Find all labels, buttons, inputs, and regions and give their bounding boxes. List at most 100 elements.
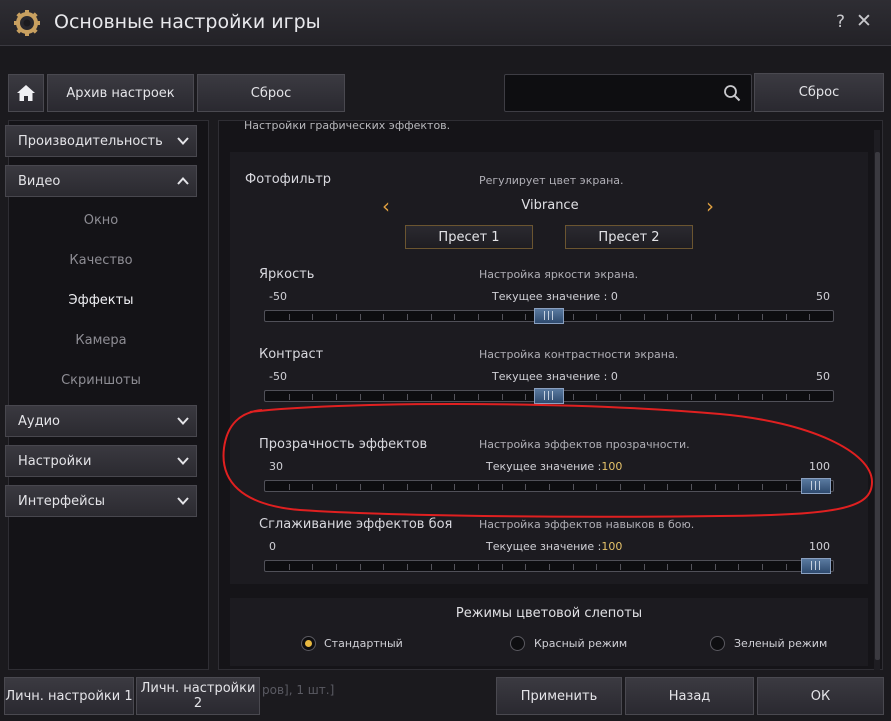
slider-tick bbox=[644, 394, 645, 400]
slider-tick bbox=[431, 314, 432, 320]
contrast-max: 50 bbox=[816, 370, 830, 383]
slider-tick bbox=[478, 564, 479, 570]
search-icon[interactable] bbox=[723, 84, 741, 102]
preset-1-button[interactable]: Пресет 1 bbox=[405, 225, 533, 249]
sidebar-item-quality[interactable]: Качество bbox=[5, 241, 197, 281]
transparency-slider[interactable]: ||| bbox=[264, 478, 834, 494]
sidebar-category-settings[interactable]: Настройки bbox=[5, 445, 197, 477]
sidebar-category-interfaces[interactable]: Интерфейсы bbox=[5, 485, 197, 517]
slider-tick bbox=[312, 314, 313, 320]
slider-tick bbox=[383, 564, 384, 570]
slider-thumb[interactable]: ||| bbox=[534, 308, 564, 324]
radio-green-mode-label[interactable]: Зеленый режим bbox=[734, 637, 827, 650]
radio-red-mode[interactable] bbox=[510, 636, 525, 651]
sidebar-item-camera[interactable]: Камера bbox=[5, 321, 197, 361]
slider-tick bbox=[454, 564, 455, 570]
personal-settings-1-button[interactable]: Личн. настройки 1 bbox=[4, 677, 134, 715]
brightness-min: -50 bbox=[269, 290, 287, 303]
ok-button[interactable]: ОК bbox=[757, 677, 884, 715]
apply-button[interactable]: Применить bbox=[496, 677, 622, 715]
sidebar-category-performance[interactable]: Производительность bbox=[5, 125, 197, 157]
contrast-slider[interactable]: ||| bbox=[264, 388, 834, 404]
help-button[interactable]: ? bbox=[836, 12, 845, 32]
slider-tick bbox=[312, 564, 313, 570]
back-button[interactable]: Назад bbox=[625, 677, 754, 715]
slider-tick bbox=[809, 394, 810, 400]
sidebar-category-video[interactable]: Видео bbox=[5, 165, 197, 197]
slider-tick bbox=[525, 484, 526, 490]
slider-tick bbox=[502, 484, 503, 490]
current-prefix: Текущее значение : bbox=[492, 370, 608, 383]
slider-tick bbox=[715, 484, 716, 490]
preset-2-button[interactable]: Пресет 2 bbox=[565, 225, 693, 249]
slider-tick bbox=[573, 484, 574, 490]
slider-thumb[interactable]: ||| bbox=[801, 558, 831, 574]
search-reset-button[interactable]: Сброс bbox=[754, 73, 884, 112]
radio-red-mode-label[interactable]: Красный режим bbox=[534, 637, 627, 650]
home-button[interactable] bbox=[8, 74, 44, 112]
slider-tick bbox=[667, 564, 668, 570]
slider-thumb[interactable]: ||| bbox=[534, 388, 564, 404]
chevron-left-icon[interactable]: ‹ bbox=[382, 196, 390, 216]
settings-archive-button[interactable]: Архив настроек bbox=[47, 74, 194, 112]
radio-green-mode[interactable] bbox=[710, 636, 725, 651]
slider-thumb[interactable]: ||| bbox=[801, 478, 831, 494]
slider-tick bbox=[407, 314, 408, 320]
grip-icon: ||| bbox=[542, 311, 556, 321]
slider-tick bbox=[407, 394, 408, 400]
search-input[interactable] bbox=[504, 74, 752, 112]
slider-tick bbox=[549, 564, 550, 570]
photofilter-label: Фотофильтр bbox=[245, 172, 332, 187]
combat-smoothing-slider[interactable]: ||| bbox=[264, 558, 834, 574]
current-prefix: Текущее значение : bbox=[486, 540, 602, 553]
slider-tick bbox=[431, 484, 432, 490]
slider-tick bbox=[809, 314, 810, 320]
combat-smoothing-current: Текущее значение :100 bbox=[486, 540, 622, 553]
category-label: Интерфейсы bbox=[18, 493, 106, 509]
brightness-description: Настройка яркости экрана. bbox=[479, 268, 639, 281]
slider-tick bbox=[620, 484, 621, 490]
current-prefix: Текущее значение : bbox=[492, 290, 608, 303]
slider-tick bbox=[407, 564, 408, 570]
slider-tick bbox=[620, 314, 621, 320]
slider-tick bbox=[786, 314, 787, 320]
slider-tick bbox=[336, 484, 337, 490]
combat-smoothing-description: Настройка эффектов навыков в бою. bbox=[479, 518, 695, 531]
title-bar: Основные настройки игры ? ✕ bbox=[0, 0, 891, 46]
brightness-max: 50 bbox=[816, 290, 830, 303]
slider-tick bbox=[738, 314, 739, 320]
transparency-description: Настройка эффектов прозрачности. bbox=[479, 438, 690, 451]
personal-settings-2-button[interactable]: Личн. настройки 2 bbox=[136, 677, 260, 715]
radio-standard[interactable] bbox=[301, 636, 316, 651]
photofilter-description: Регулирует цвет экрана. bbox=[479, 174, 624, 187]
slider-tick bbox=[383, 314, 384, 320]
chevron-right-icon[interactable]: › bbox=[706, 196, 714, 216]
radio-standard-label[interactable]: Стандартный bbox=[324, 637, 403, 650]
slider-tick bbox=[620, 564, 621, 570]
slider-tick bbox=[360, 484, 361, 490]
sidebar-category-audio[interactable]: Аудио bbox=[5, 405, 197, 437]
slider-tick bbox=[407, 484, 408, 490]
slider-tick bbox=[596, 484, 597, 490]
scrollbar-thumb[interactable] bbox=[875, 152, 880, 660]
slider-tick bbox=[644, 564, 645, 570]
slider-tick bbox=[620, 394, 621, 400]
current-value: 100 bbox=[601, 540, 623, 553]
brightness-slider[interactable]: ||| bbox=[264, 308, 834, 324]
sidebar-item-effects[interactable]: Эффекты bbox=[5, 281, 197, 321]
slider-tick bbox=[762, 394, 763, 400]
slider-tick bbox=[573, 564, 574, 570]
sidebar-item-window[interactable]: Окно bbox=[5, 201, 197, 241]
sidebar-item-screenshots[interactable]: Скриншоты bbox=[5, 361, 197, 401]
photofilter-value: Vibrance bbox=[521, 198, 579, 213]
slider-tick bbox=[289, 564, 290, 570]
slider-tick bbox=[786, 564, 787, 570]
slider-tick bbox=[525, 564, 526, 570]
slider-tick bbox=[644, 484, 645, 490]
slider-tick bbox=[525, 394, 526, 400]
close-button[interactable]: ✕ bbox=[856, 10, 872, 32]
slider-tick bbox=[289, 394, 290, 400]
reset-button[interactable]: Сброс bbox=[197, 74, 345, 112]
slider-tick bbox=[336, 314, 337, 320]
slider-tick bbox=[502, 564, 503, 570]
